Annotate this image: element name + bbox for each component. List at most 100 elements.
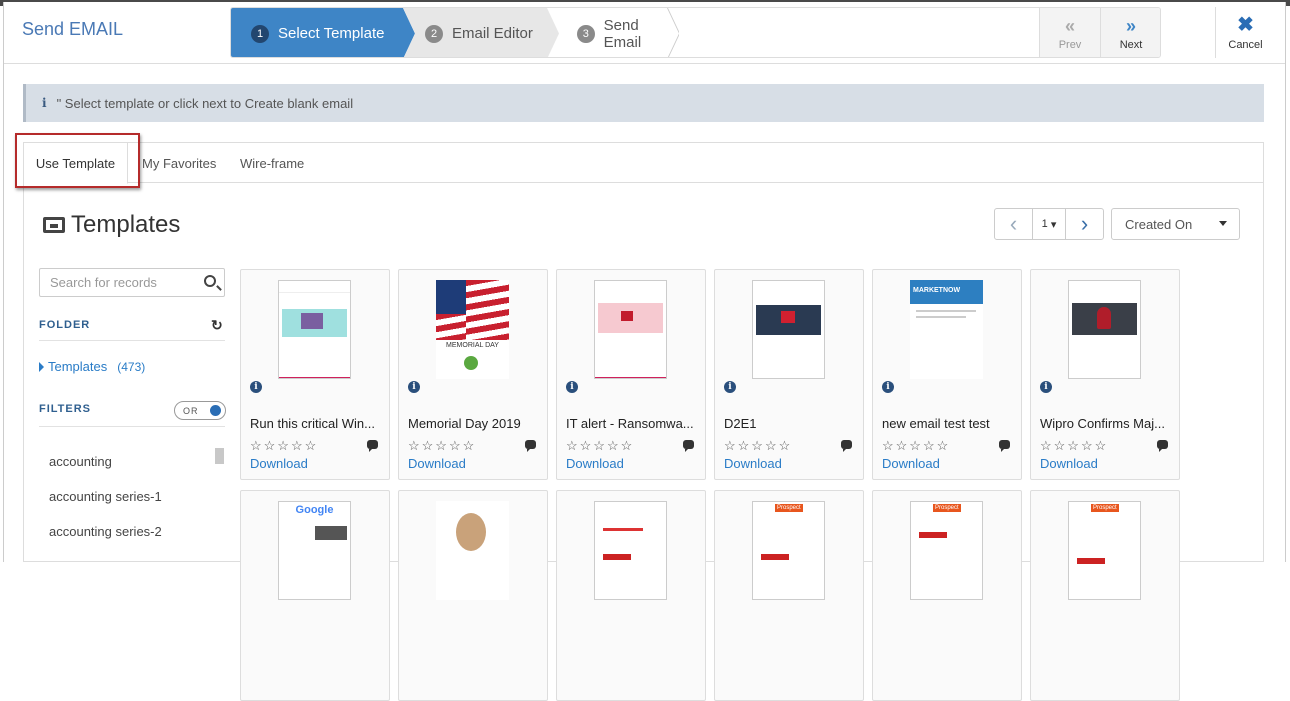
template-tabs: Use Template My Favorites Wire-frame <box>15 133 1263 188</box>
search-icon[interactable] <box>204 275 216 287</box>
refresh-icon[interactable]: ↻ <box>211 317 223 334</box>
template-thumbnail[interactable]: Google <box>278 501 351 600</box>
template-card[interactable]: Google <box>240 490 390 701</box>
caret-right-icon <box>39 361 44 372</box>
filter-item[interactable]: accounting series-1 <box>49 489 162 504</box>
rating-stars[interactable]: ☆☆☆☆☆ <box>250 438 318 454</box>
send-email-modal: Send EMAIL 1 Select Template 2 Email Edi… <box>3 2 1286 701</box>
info-icon[interactable]: i <box>250 381 262 393</box>
template-thumbnail[interactable]: Prospect <box>752 501 825 600</box>
thumbnail-heading: Prospect <box>1091 504 1119 512</box>
info-icon[interactable]: i <box>1040 381 1052 393</box>
page-next-button[interactable]: › <box>1066 209 1103 239</box>
download-link[interactable]: Download <box>566 456 624 471</box>
template-card[interactable]: MARKETNOW i new email test test ☆☆☆☆☆ Do… <box>872 269 1022 480</box>
comment-icon[interactable] <box>683 440 694 452</box>
tab-my-favorites[interactable]: My Favorites <box>142 143 216 183</box>
cancel-button[interactable]: ✖ Cancel <box>1215 7 1275 58</box>
pagination: ‹ 1 ▾ › <box>994 208 1104 240</box>
step-email-editor[interactable]: 2 Email Editor <box>403 8 559 57</box>
rating-stars[interactable]: ☆☆☆☆☆ <box>566 438 634 454</box>
template-thumbnail[interactable] <box>278 280 351 379</box>
info-icon[interactable]: i <box>724 381 736 393</box>
info-message: " Select template or click next to Creat… <box>56 95 354 111</box>
info-icon[interactable]: i <box>566 381 578 393</box>
template-thumbnail[interactable] <box>436 501 509 600</box>
double-chevron-left-icon: « <box>1064 15 1075 36</box>
divider <box>39 340 225 341</box>
download-link[interactable]: Download <box>250 456 308 471</box>
template-thumbnail[interactable] <box>594 280 667 379</box>
step-number: 3 <box>577 24 595 43</box>
comment-icon[interactable] <box>525 440 536 452</box>
step-send-email[interactable]: 3 Send Email <box>547 8 679 57</box>
modal-header: Send EMAIL 1 Select Template 2 Email Edi… <box>4 2 1285 64</box>
tab-wire-frame[interactable]: Wire-frame <box>240 143 304 183</box>
wizard-steps: 1 Select Template 2 Email Editor 3 Send … <box>230 7 1161 58</box>
template-thumbnail[interactable] <box>752 280 825 379</box>
download-link[interactable]: Download <box>882 456 940 471</box>
download-link[interactable]: Download <box>724 456 782 471</box>
info-icon[interactable]: i <box>882 381 894 393</box>
template-thumbnail[interactable]: MARKETNOW <box>910 280 983 379</box>
template-thumbnail[interactable] <box>594 501 667 600</box>
modal-title: Send EMAIL <box>22 19 124 39</box>
template-card[interactable]: i D2E1 ☆☆☆☆☆ Download <box>714 269 864 480</box>
page-prev-button[interactable]: ‹ <box>995 209 1033 239</box>
rating-stars[interactable]: ☆☆☆☆☆ <box>1040 438 1108 454</box>
toggle-knob <box>210 405 221 416</box>
thumbnail-heading: Prospect <box>775 504 803 512</box>
info-icon: i <box>42 96 47 110</box>
comment-icon[interactable] <box>367 440 378 452</box>
or-toggle[interactable]: OR <box>174 401 226 420</box>
template-card[interactable] <box>556 490 706 701</box>
step-label: Send Email <box>603 16 642 51</box>
comment-icon[interactable] <box>841 440 852 452</box>
comment-icon[interactable] <box>999 440 1010 452</box>
filter-scrollbar[interactable] <box>215 448 224 464</box>
thumbnail-heading: MEMORIAL DAY <box>446 342 499 349</box>
template-card[interactable]: i Run this critical Win... ☆☆☆☆☆ Downloa… <box>240 269 390 480</box>
search-input[interactable]: Search for records <box>39 268 225 297</box>
template-name: Memorial Day 2019 <box>408 416 521 431</box>
step-label: Select Template <box>278 25 385 42</box>
template-thumbnail[interactable]: MEMORIAL DAY <box>436 280 509 379</box>
thumbnail-heading: MARKETNOW <box>913 287 961 294</box>
next-button[interactable]: » Next <box>1100 8 1160 57</box>
template-card[interactable]: i IT alert - Ransomwa... ☆☆☆☆☆ Download <box>556 269 706 480</box>
template-name: D2E1 <box>724 416 757 431</box>
template-name: Wipro Confirms Maj... <box>1040 416 1165 431</box>
template-card[interactable]: Prospect <box>714 490 864 701</box>
info-icon[interactable]: i <box>408 381 420 393</box>
step-number: 1 <box>251 24 269 43</box>
template-name: Run this critical Win... <box>250 416 375 431</box>
download-link[interactable]: Download <box>1040 456 1098 471</box>
template-card[interactable]: i Wipro Confirms Maj... ☆☆☆☆☆ Download <box>1030 269 1180 480</box>
tab-use-template[interactable]: Use Template <box>15 133 140 188</box>
filter-item[interactable]: accounting <box>49 454 112 469</box>
sort-select[interactable]: Created On <box>1111 208 1240 240</box>
download-link[interactable]: Download <box>408 456 466 471</box>
inbox-tray-icon <box>43 217 65 233</box>
template-thumbnail[interactable]: Prospect <box>910 501 983 600</box>
template-thumbnail[interactable]: Prospect <box>1068 501 1141 600</box>
rating-stars[interactable]: ☆☆☆☆☆ <box>724 438 792 454</box>
rating-stars[interactable]: ☆☆☆☆☆ <box>882 438 950 454</box>
prev-button[interactable]: « Prev <box>1039 8 1100 57</box>
template-card[interactable]: Prospect <box>872 490 1022 701</box>
rating-stars[interactable]: ☆☆☆☆☆ <box>408 438 476 454</box>
template-thumbnail[interactable] <box>1068 280 1141 379</box>
filters-heading: FILTERS <box>39 403 92 415</box>
template-card[interactable] <box>398 490 548 701</box>
highlight-box <box>15 133 140 188</box>
folder-item-templates[interactable]: Templates (473) <box>39 359 145 374</box>
caret-down-icon <box>1219 221 1227 226</box>
step-select-template[interactable]: 1 Select Template <box>231 8 415 57</box>
template-card[interactable]: Prospect <box>1030 490 1180 701</box>
filter-item[interactable]: accounting series-2 <box>49 524 162 539</box>
double-chevron-right-icon: » <box>1125 15 1136 36</box>
step-label: Email Editor <box>452 25 533 42</box>
template-card[interactable]: MEMORIAL DAY i Memorial Day 2019 ☆☆☆☆☆ D… <box>398 269 548 480</box>
page-select[interactable]: 1 ▾ <box>1033 209 1066 239</box>
comment-icon[interactable] <box>1157 440 1168 452</box>
